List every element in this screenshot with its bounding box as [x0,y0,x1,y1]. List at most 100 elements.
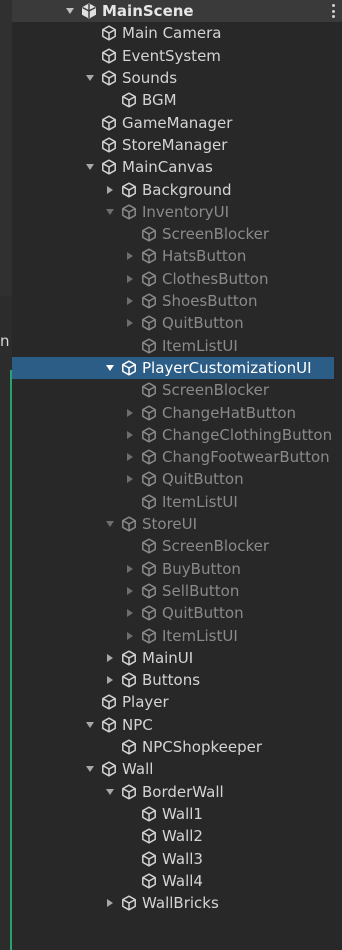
collapsed-arrow-icon[interactable] [124,273,136,285]
hierarchy-item[interactable]: InventoryUI [12,201,342,223]
collapsed-arrow-icon[interactable] [104,674,116,686]
hierarchy-item[interactable]: StoreManager [12,134,342,156]
collapsed-arrow-icon[interactable] [124,407,136,419]
expanded-arrow-icon[interactable] [104,362,116,374]
gameobject-cube-icon [140,247,158,265]
expanded-arrow-icon[interactable] [84,72,96,84]
hierarchy-item[interactable]: Wall3 [12,847,342,869]
hierarchy-item[interactable]: Main Camera [12,22,342,44]
hierarchy-item[interactable]: Sounds [12,67,342,89]
collapsed-arrow-icon[interactable] [104,184,116,196]
hierarchy-item-label: ChangeHatButton [162,403,297,422]
hierarchy-item[interactable]: MainCanvas [12,156,342,178]
hierarchy-item[interactable]: ChangeClothingButton [12,424,342,446]
gameobject-cube-icon [140,381,158,399]
hierarchy-item[interactable]: GameManager [12,112,342,134]
collapsed-arrow-icon[interactable] [124,585,136,597]
hierarchy-item-label: ItemListUI [162,626,238,645]
hierarchy-item[interactable]: Buttons [12,669,342,691]
hierarchy-item[interactable]: ScreenBlocker [12,379,342,401]
gameobject-cube-icon [140,314,158,332]
hierarchy-window: n MainScene Main Camera EventSystem Sounds… [0,0,342,950]
expanded-arrow-icon[interactable] [104,518,116,530]
gameobject-cube-icon [140,404,158,422]
hierarchy-item-label: QuitButton [162,470,244,489]
collapsed-arrow-icon[interactable] [124,563,136,575]
hierarchy-item[interactable]: HatsButton [12,245,342,267]
kebab-menu-icon[interactable] [332,4,336,18]
gameobject-cube-icon [120,649,138,667]
collapsed-arrow-icon[interactable] [124,295,136,307]
gameobject-cube-icon [120,894,138,912]
gameobject-cube-icon [140,604,158,622]
hierarchy-item[interactable]: Wall [12,758,342,780]
hierarchy-item[interactable]: ClothesButton [12,268,342,290]
hierarchy-item-label: Wall [122,760,154,779]
collapsed-arrow-icon[interactable] [124,473,136,485]
hierarchy-item[interactable]: ItemListUI [12,335,342,357]
expand-arrow-icon[interactable] [64,5,76,17]
gameobject-cube-icon [100,114,118,132]
hierarchy-item[interactable]: ChangeHatButton [12,401,342,423]
hierarchy-item-label: ScreenBlocker [162,381,269,400]
hierarchy-item[interactable]: QuitButton [12,312,342,334]
hierarchy-item[interactable]: BGM [12,89,342,111]
hierarchy-item[interactable]: BorderWall [12,781,342,803]
gameobject-cube-icon [120,203,138,221]
hierarchy-tree[interactable]: MainScene Main Camera EventSystem Sounds BG… [12,0,342,950]
hierarchy-item-label: ClothesButton [162,269,269,288]
hierarchy-item[interactable]: Wall2 [12,825,342,847]
hierarchy-item-label: ShoesButton [162,292,258,311]
hierarchy-item[interactable]: ItemListUI [12,624,342,646]
hierarchy-item[interactable]: ChangFootwearButton [12,446,342,468]
hierarchy-item[interactable]: MainUI [12,647,342,669]
scene-row[interactable]: MainScene [12,0,342,23]
hierarchy-item-label: ChangFootwearButton [162,448,330,467]
hierarchy-item[interactable]: QuitButton [12,602,342,624]
hierarchy-item-label: NPCShopkeeper [142,738,262,757]
hierarchy-item-label: BorderWall [142,782,224,801]
gameobject-cube-icon [100,69,118,87]
gameobject-cube-icon [100,24,118,42]
expanded-arrow-icon[interactable] [84,763,96,775]
collapsed-arrow-icon[interactable] [124,451,136,463]
collapsed-arrow-icon[interactable] [124,250,136,262]
hierarchy-item-label: ScreenBlocker [162,225,269,244]
hierarchy-item[interactable]: StoreUI [12,513,342,535]
gameobject-cube-icon [140,292,158,310]
hierarchy-item[interactable]: Wall4 [12,870,342,892]
hierarchy-item[interactable]: PlayerCustomizationUI [12,356,342,380]
hierarchy-item[interactable]: Player [12,691,342,713]
collapsed-arrow-icon[interactable] [104,897,116,909]
gameobject-cube-icon [140,426,158,444]
collapsed-arrow-icon[interactable] [124,607,136,619]
hierarchy-item[interactable]: EventSystem [12,45,342,67]
expanded-arrow-icon[interactable] [104,786,116,798]
hierarchy-item-label: ChangeClothingButton [162,425,333,444]
hierarchy-item[interactable]: NPCShopkeeper [12,736,342,758]
left-panel-edge: n [0,0,12,950]
hierarchy-item[interactable]: ShoesButton [12,290,342,312]
hierarchy-item[interactable]: SellButton [12,580,342,602]
hierarchy-item[interactable]: Wall1 [12,803,342,825]
hierarchy-item[interactable]: QuitButton [12,468,342,490]
gameobject-cube-icon [140,470,158,488]
gameobject-cube-icon [100,760,118,778]
hierarchy-item[interactable]: BuyButton [12,558,342,580]
hierarchy-item-label: MainCanvas [122,158,213,177]
collapsed-arrow-icon[interactable] [104,652,116,664]
hierarchy-item-label: Wall3 [162,849,203,868]
collapsed-arrow-icon[interactable] [124,630,136,642]
expanded-arrow-icon[interactable] [84,719,96,731]
scrollbar-track[interactable] [334,23,342,950]
hierarchy-item[interactable]: NPC [12,714,342,736]
collapsed-arrow-icon[interactable] [124,429,136,441]
hierarchy-item[interactable]: ScreenBlocker [12,535,342,557]
hierarchy-item[interactable]: ScreenBlocker [12,223,342,245]
expanded-arrow-icon[interactable] [104,206,116,218]
hierarchy-item[interactable]: ItemListUI [12,491,342,513]
hierarchy-item[interactable]: WallBricks [12,892,342,914]
hierarchy-item[interactable]: Background [12,178,342,200]
expanded-arrow-icon[interactable] [84,161,96,173]
collapsed-arrow-icon[interactable] [124,317,136,329]
